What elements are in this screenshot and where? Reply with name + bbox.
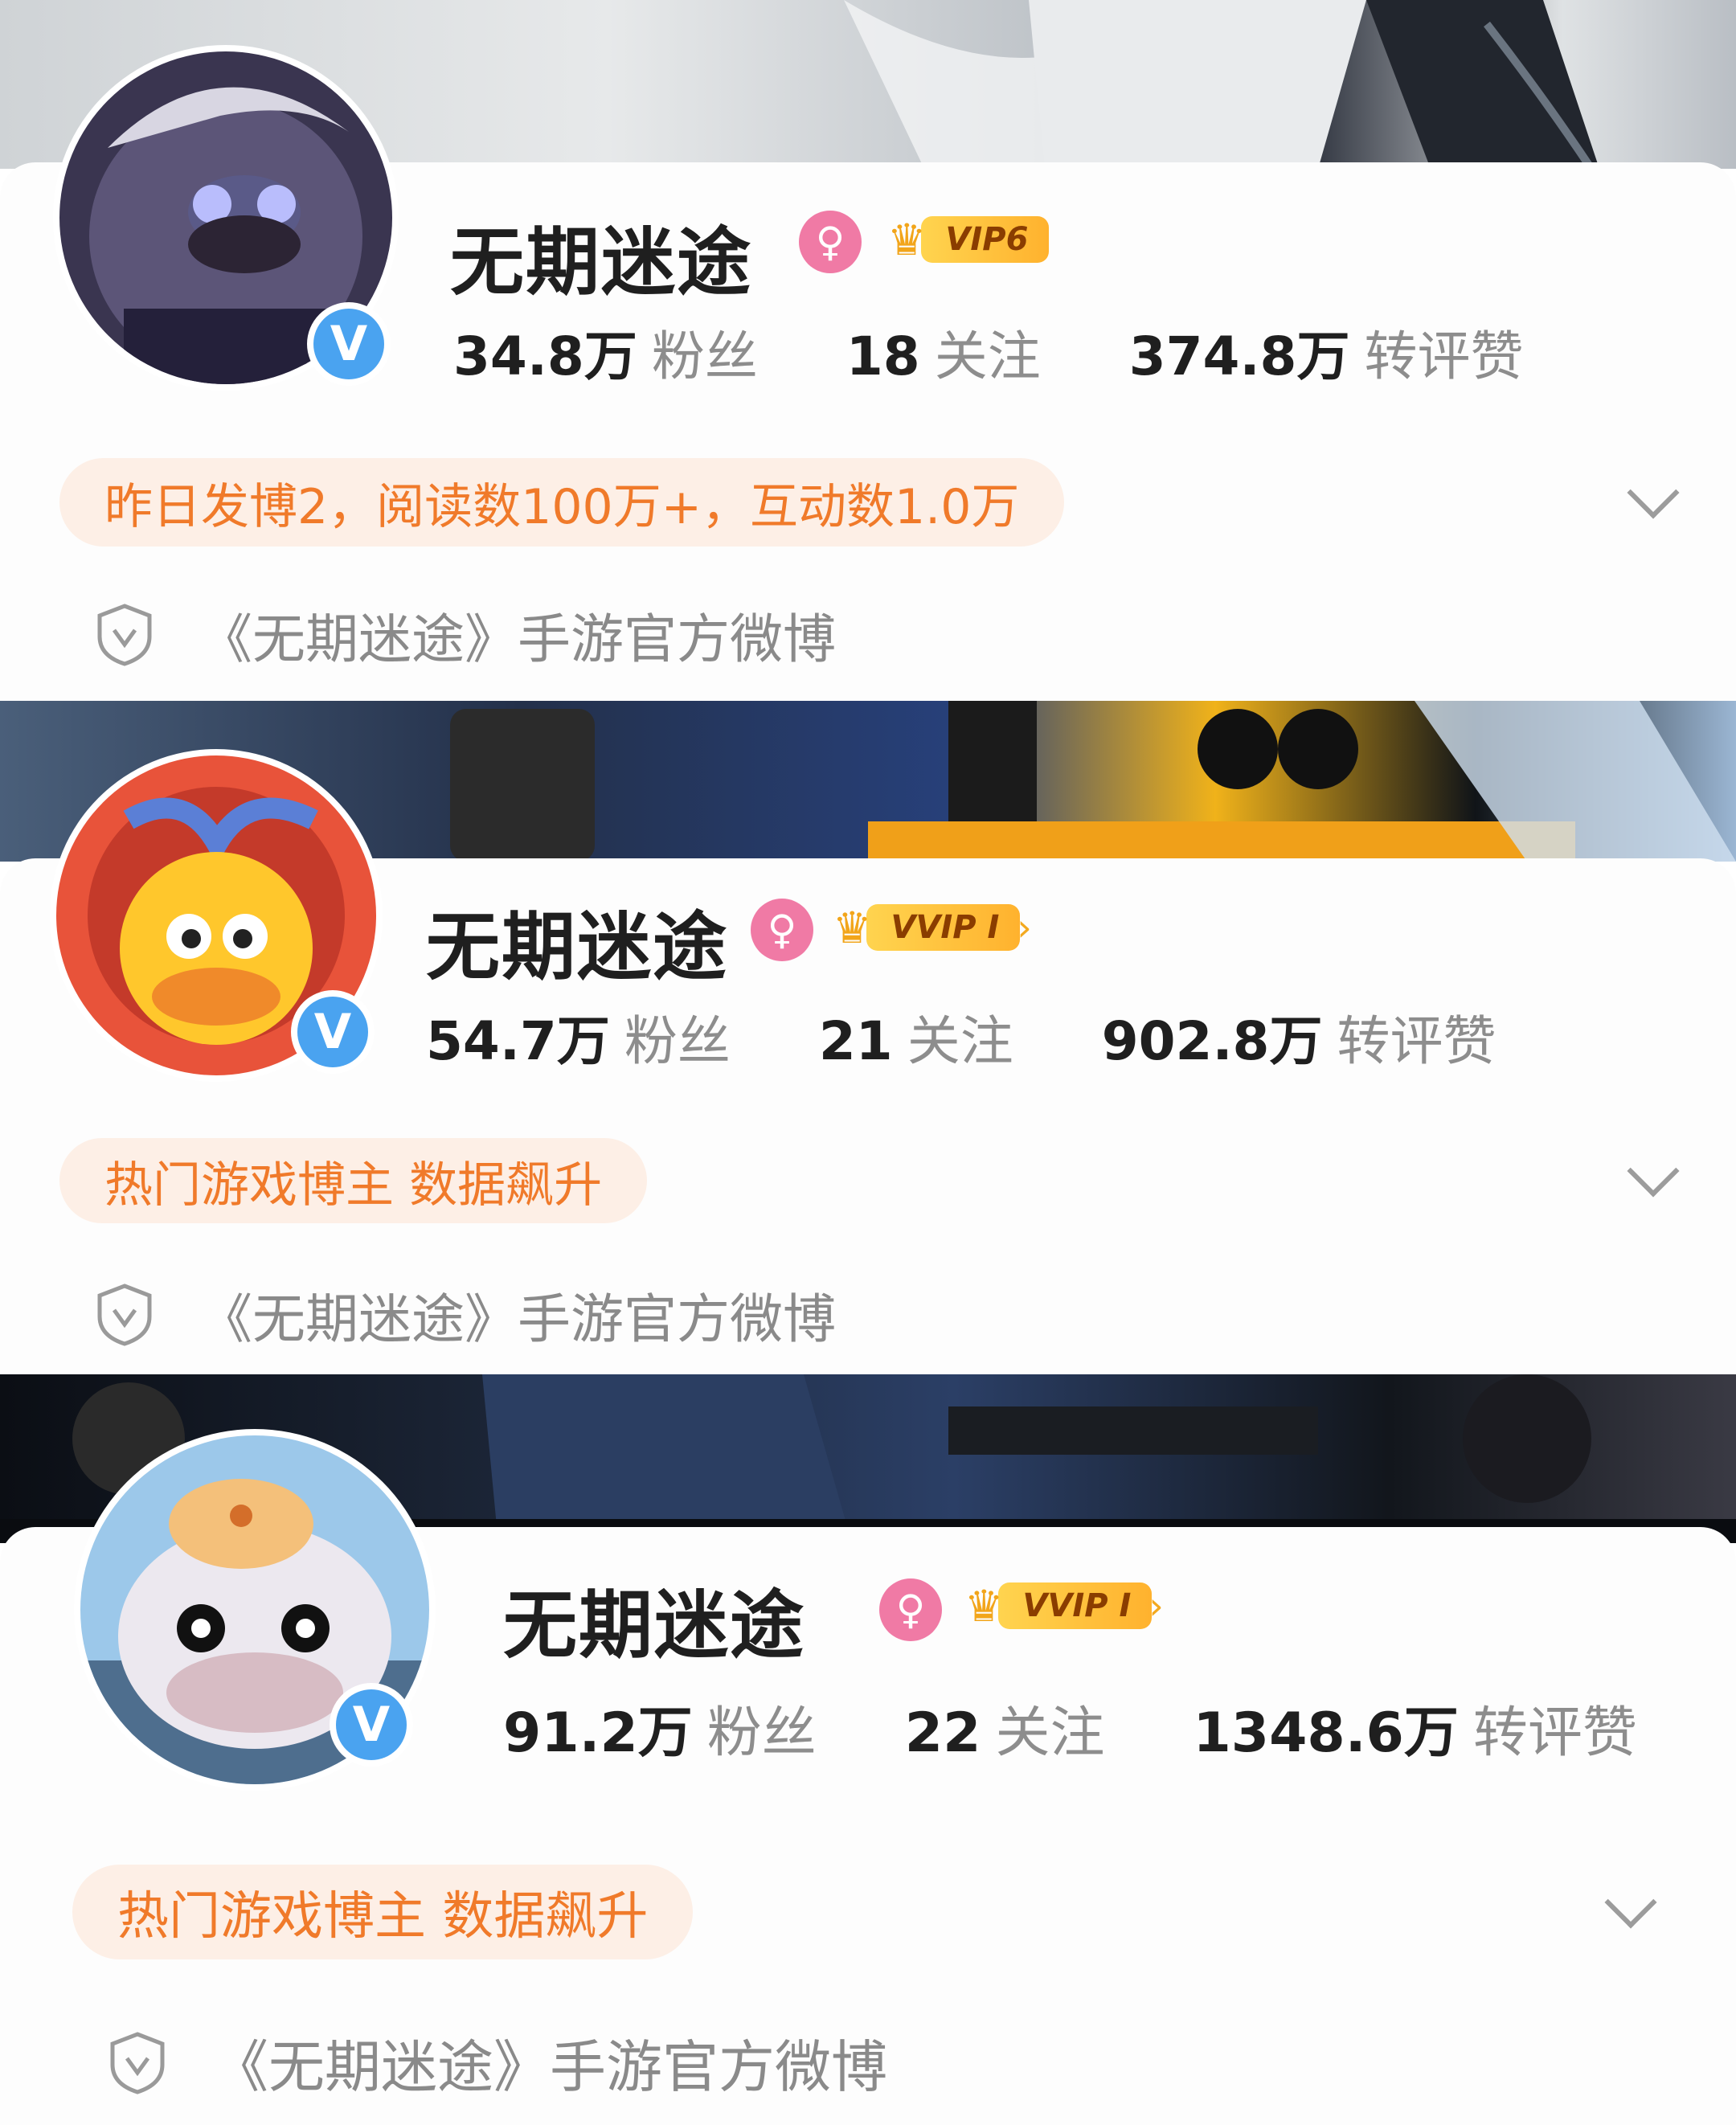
verification-row: 《无期迷途》手游官方微博 [95,596,836,674]
chevron-right-icon: › [1148,1584,1164,1628]
highlight-tag[interactable]: 昨日发博2，阅读数100万+，互动数1.0万 [59,458,1065,547]
highlight-tag[interactable]: 热门游戏博主 数据飙升 [72,1865,694,1959]
profile-card-1: V 无期迷途 ♀ ♛ VIP6 34.8万 粉丝 18 关注 374.8万 转评赞 昨日发… [0,0,1736,701]
profile-card-3: V 无期迷途 ♀ ♛ VVIP I › 91.2万 粉丝 22 关注 1348.6万 转评… [0,1374,1736,2125]
interactions-count[interactable]: 902.8万 [1102,1010,1323,1072]
shield-icon [97,604,152,666]
followers-label[interactable]: 粉丝 [652,326,758,387]
crown-icon: ♛ [964,1580,1004,1632]
verification-text: 《无期迷途》手游官方微博 [199,608,836,670]
following-count[interactable]: 18 [846,326,920,387]
shield-icon [110,2031,165,2094]
following-count[interactable]: 22 [905,1701,981,1765]
highlight-tag[interactable]: 热门游戏博主 数据飙升 [59,1138,648,1223]
avatar[interactable]: V [53,45,399,391]
verified-v-icon: V [297,997,368,1067]
profile-name: 无期迷途 [426,904,729,990]
interactions-label[interactable]: 转评赞 [1337,1010,1496,1072]
vip-label: VVIP I [866,904,1021,951]
avatar[interactable]: V [74,1429,436,1791]
profile-stats: 54.7万 粉丝 21 关注 902.8万 转评赞 [426,998,1496,1075]
profile-stats: 34.8万 粉丝 18 关注 374.8万 转评赞 [453,313,1523,391]
interactions-count[interactable]: 1348.6万 [1193,1701,1458,1765]
crown-icon: ♛ [887,214,927,265]
shield-icon [97,1284,152,1346]
vip-badge[interactable]: ♛ VVIP I › [964,1580,1164,1632]
interactions-count[interactable]: 374.8万 [1129,326,1350,387]
female-icon: ♀ [879,1578,942,1641]
interactions-label[interactable]: 转评赞 [1364,326,1523,387]
following-label[interactable]: 关注 [935,326,1041,387]
profile-name: 无期迷途 [450,219,753,305]
followers-label[interactable]: 粉丝 [624,1010,731,1072]
following-label[interactable]: 关注 [907,1010,1013,1072]
chevron-right-icon: › [1017,906,1032,949]
vip-label: VVIP I [998,1582,1153,1629]
interactions-label[interactable]: 转评赞 [1473,1701,1637,1765]
verified-v-icon: V [336,1689,407,1760]
verified-badge: V [330,1683,413,1767]
profile-name: 无期迷途 [503,1582,806,1668]
followers-count[interactable]: 54.7万 [426,1010,610,1072]
verified-badge: V [307,302,391,386]
followers-count[interactable]: 91.2万 [503,1701,693,1765]
following-label[interactable]: 关注 [995,1701,1104,1765]
verification-text: 《无期迷途》手游官方微博 [212,2034,887,2100]
verification-row: 《无期迷途》手游官方微博 [108,2022,887,2103]
followers-label[interactable]: 粉丝 [707,1701,817,1765]
verified-badge: V [291,990,375,1074]
female-icon: ♀ [799,211,862,273]
female-icon: ♀ [751,899,813,961]
verified-v-icon: V [313,309,384,379]
verification-row: 《无期迷途》手游官方微博 [95,1276,836,1353]
vip-label: VIP6 [921,216,1050,263]
verification-text: 《无期迷途》手游官方微博 [199,1288,836,1350]
followers-count[interactable]: 34.8万 [453,326,637,387]
vip-badge[interactable]: ♛ VIP6 [887,214,1050,265]
profile-stats: 91.2万 粉丝 22 关注 1348.6万 转评赞 [503,1688,1637,1767]
vip-badge[interactable]: ♛ VVIP I › [833,902,1032,953]
profile-card-2: V 无期迷途 ♀ ♛ VVIP I › 54.7万 粉丝 21 关注 902.8万 转评赞… [0,701,1736,1374]
following-count[interactable]: 21 [819,1010,893,1072]
crown-icon: ♛ [833,902,872,953]
avatar[interactable]: V [50,749,383,1082]
